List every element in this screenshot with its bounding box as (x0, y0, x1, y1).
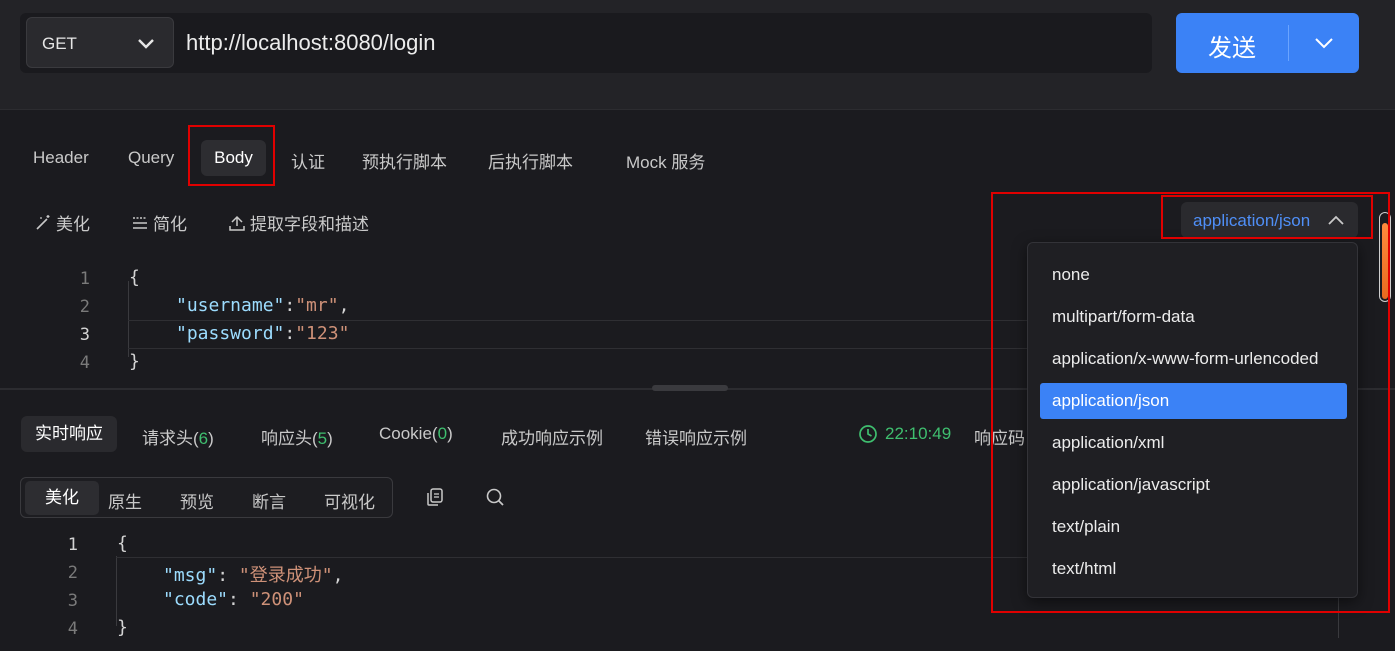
line-number: 4 (67, 619, 78, 639)
tab-cookie[interactable]: Cookie(0) (379, 424, 453, 444)
json-value: "123" (295, 323, 350, 344)
annotation-box-body-tab (188, 125, 275, 186)
paren: ) (327, 429, 333, 448)
response-time: 22:10:49 (858, 424, 951, 444)
view-visualize[interactable]: 可视化 (324, 488, 375, 513)
annotation-box-dropdown (991, 192, 1390, 613)
code-close-brace: } (129, 351, 140, 372)
json-key: "username" (176, 295, 285, 316)
code-line-password: "password":"123" (176, 323, 350, 344)
tab-response-headers-label: 响应头( (261, 429, 318, 448)
indent-guide (128, 281, 129, 357)
line-number: 3 (67, 591, 78, 611)
list-icon (133, 216, 147, 229)
splitter-handle[interactable] (652, 385, 728, 391)
view-raw[interactable]: 原生 (108, 488, 142, 513)
tab-request-headers-label: 请求头( (142, 429, 199, 448)
tab-pre-script[interactable]: 预执行脚本 (362, 148, 447, 173)
extract-fields-label: 提取字段和描述 (250, 215, 369, 234)
magic-wand-icon (36, 214, 50, 230)
tab-request-headers[interactable]: 请求头(6) (142, 424, 214, 449)
paren: ) (447, 424, 453, 443)
json-key: "msg" (163, 565, 218, 586)
code-line-msg: "msg": "登录成功", (163, 565, 344, 586)
line-number: 1 (79, 269, 90, 289)
tab-auth[interactable]: 认证 (291, 148, 325, 173)
simplify-label: 简化 (153, 215, 187, 234)
paren: ) (208, 429, 214, 448)
search-icon[interactable] (485, 487, 505, 512)
json-value: "登录成功" (238, 565, 333, 586)
tab-success-example[interactable]: 成功响应示例 (501, 424, 603, 449)
line-number: 1 (67, 535, 78, 555)
copy-icon[interactable] (425, 487, 445, 512)
json-value: "200" (249, 589, 304, 610)
tab-cookie-label: Cookie( (379, 424, 438, 443)
code-line-username: "username":"mr", (176, 295, 350, 316)
clock-icon (859, 425, 877, 443)
method-select[interactable]: GET (26, 17, 174, 68)
url-row: GET http://localhost:8080/login (20, 13, 1152, 73)
count-badge: 0 (437, 424, 448, 443)
json-key: "password" (176, 323, 285, 344)
simplify-button[interactable]: 简化 (131, 210, 187, 235)
tab-mock[interactable]: Mock 服务 (626, 148, 705, 173)
view-beautify[interactable]: 美化 (25, 481, 99, 515)
tab-realtime-response[interactable]: 实时响应 (21, 416, 117, 452)
code-open-brace: { (129, 267, 140, 288)
tab-post-script[interactable]: 后执行脚本 (488, 148, 573, 173)
indent-guide (116, 556, 117, 626)
beautify-button[interactable]: 美化 (34, 210, 90, 235)
count-badge: 6 (198, 429, 209, 448)
line-number: 2 (79, 297, 90, 317)
send-label: 发送 (1208, 35, 1256, 62)
url-input[interactable]: http://localhost:8080/login (186, 30, 436, 56)
extract-fields-button[interactable]: 提取字段和描述 (228, 210, 369, 235)
chevron-down-icon (135, 32, 157, 59)
tab-error-example[interactable]: 错误响应示例 (645, 424, 747, 449)
view-mode-group: 美化 原生 预览 断言 可视化 (20, 477, 393, 518)
line-number: 2 (67, 563, 78, 583)
tab-response-headers[interactable]: 响应头(5) (261, 424, 333, 449)
response-time-value: 22:10:49 (885, 424, 952, 443)
tab-query[interactable]: Query (128, 148, 174, 168)
json-value: "mr" (295, 295, 339, 316)
send-divider (1288, 25, 1289, 61)
method-label: GET (42, 34, 77, 53)
json-key: "code" (163, 589, 229, 610)
view-assert[interactable]: 断言 (252, 488, 286, 513)
request-bar-area: GET http://localhost:8080/login 发送 (0, 0, 1395, 110)
beautify-label: 美化 (56, 215, 90, 234)
view-preview[interactable]: 预览 (180, 488, 214, 513)
send-options-chevron-icon[interactable] (1312, 31, 1336, 60)
code-line-code: "code": "200" (163, 589, 304, 610)
upload-icon (229, 215, 245, 231)
count-badge: 5 (317, 429, 328, 448)
line-number: 4 (79, 353, 90, 373)
send-button[interactable]: 发送 (1176, 13, 1359, 73)
code-open-brace: { (117, 533, 128, 554)
line-number: 3 (79, 325, 90, 345)
code-close-brace: } (117, 617, 128, 638)
tab-header[interactable]: Header (33, 148, 89, 168)
